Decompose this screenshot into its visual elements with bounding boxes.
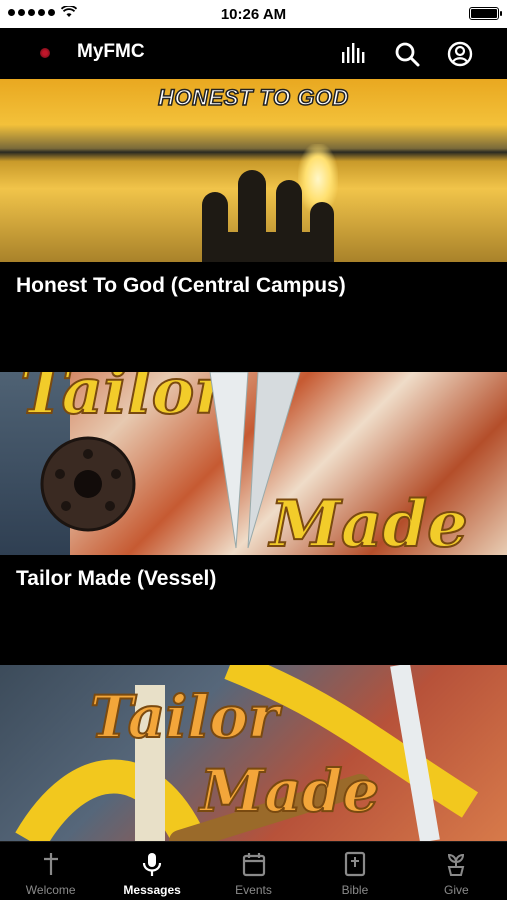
tab-welcome[interactable]: Welcome bbox=[0, 842, 101, 900]
spool-icon bbox=[40, 436, 136, 532]
tab-give[interactable]: Give bbox=[406, 842, 507, 900]
tab-events[interactable]: Events bbox=[203, 842, 304, 900]
search-icon[interactable] bbox=[392, 39, 422, 69]
message-title[interactable]: Tailor Made (Vessel) bbox=[0, 555, 507, 665]
calendar-icon bbox=[242, 853, 265, 877]
tab-label: Welcome bbox=[25, 883, 76, 897]
app-title: MyFMC bbox=[77, 41, 145, 62]
message-card[interactable]: Tailor Made Tailor Made (Vessel) bbox=[0, 372, 507, 665]
status-bar: 10:26 AM bbox=[0, 0, 507, 28]
message-card[interactable]: Tailor Made bbox=[0, 665, 507, 841]
message-thumbnail[interactable]: HONEST TO GOD bbox=[0, 79, 507, 262]
status-time: 10:26 AM bbox=[220, 6, 287, 23]
tab-bar: Welcome Messages Events Bible Give bbox=[0, 841, 507, 900]
battery-icon bbox=[469, 7, 502, 20]
app-header: MyFMC bbox=[0, 28, 507, 79]
messages-list[interactable]: HONEST TO GOD Honest To God (Central Cam… bbox=[0, 79, 507, 841]
hand-silhouette bbox=[202, 170, 334, 262]
bible-icon bbox=[344, 851, 366, 877]
message-card[interactable]: HONEST TO GOD Honest To God (Central Cam… bbox=[0, 79, 507, 372]
audio-bars-icon[interactable] bbox=[338, 39, 368, 69]
message-thumbnail[interactable]: Tailor Made bbox=[0, 372, 507, 555]
account-icon[interactable] bbox=[445, 39, 475, 69]
message-thumbnail[interactable]: Tailor Made bbox=[0, 665, 507, 841]
tab-label: Bible bbox=[341, 883, 369, 897]
tab-label: Messages bbox=[123, 883, 181, 897]
tab-label: Events bbox=[235, 883, 272, 897]
microphone-icon bbox=[143, 853, 162, 876]
tab-bible[interactable]: Bible bbox=[304, 842, 405, 900]
thumbnail-title-art: Made bbox=[199, 756, 380, 826]
app-logo[interactable] bbox=[40, 48, 50, 58]
thumbnail-title-art: Tailor bbox=[89, 682, 279, 752]
plant-icon bbox=[448, 853, 465, 876]
thumbnail-title-art: HONEST TO GOD bbox=[157, 84, 349, 111]
tab-label: Give bbox=[443, 883, 469, 897]
message-title[interactable]: Honest To God (Central Campus) bbox=[0, 262, 507, 372]
scissors-icon bbox=[209, 372, 301, 549]
cross-icon bbox=[43, 853, 58, 875]
tab-messages[interactable]: Messages bbox=[101, 842, 202, 900]
